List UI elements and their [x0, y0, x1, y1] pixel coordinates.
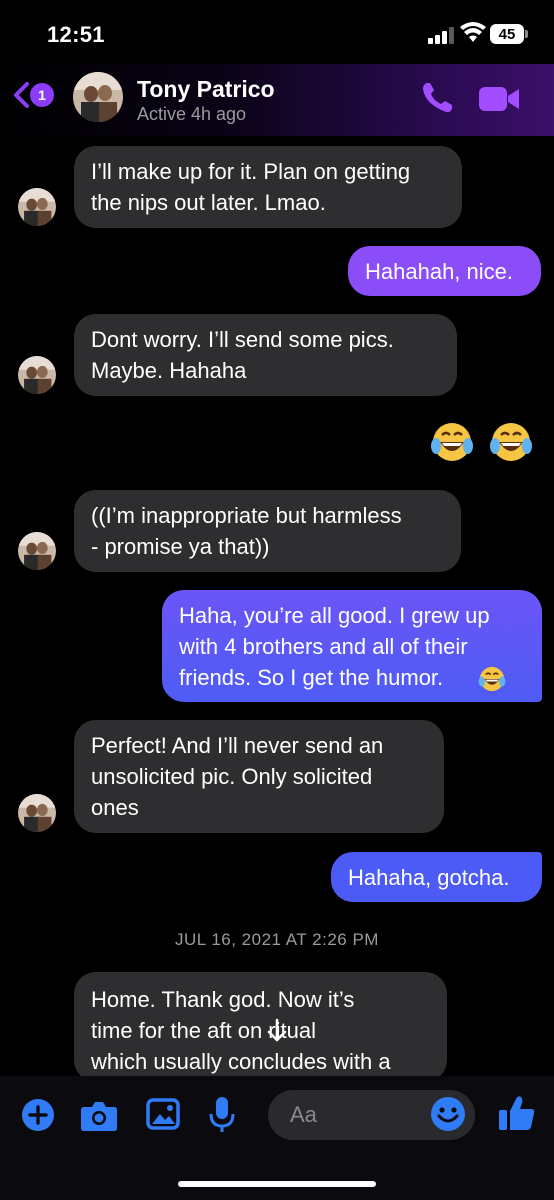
- phone-call-icon[interactable]: [419, 80, 455, 116]
- chevron-left-icon: [14, 82, 29, 108]
- outgoing-message[interactable]: Hahahah, nice.: [348, 246, 541, 296]
- contact-avatar[interactable]: [73, 72, 123, 122]
- status-time: 12:51: [47, 22, 105, 47]
- laughing-emoji-icon: [478, 666, 506, 692]
- status-bar: 12:51 45: [0, 0, 554, 64]
- gallery-image-icon[interactable]: [146, 1098, 180, 1130]
- sender-avatar[interactable]: [18, 188, 56, 226]
- conversation-header: 1 Tony Patrico Active 4h ago: [0, 64, 554, 136]
- battery-indicator: 45: [490, 24, 528, 44]
- camera-icon[interactable]: [80, 1098, 118, 1132]
- thumbs-up-icon[interactable]: [498, 1094, 536, 1132]
- plus-icon[interactable]: [21, 1098, 55, 1132]
- back-button[interactable]: 1: [10, 80, 54, 110]
- microphone-icon[interactable]: [209, 1096, 235, 1134]
- video-call-icon[interactable]: [478, 84, 520, 114]
- laughing-emoji-icon[interactable]: [489, 420, 533, 464]
- unread-count-badge: 1: [30, 83, 54, 107]
- outgoing-message[interactable]: Hahaha, gotcha.: [331, 852, 542, 902]
- wifi-icon: [460, 22, 486, 42]
- date-separator: JUL 16, 2021 AT 2:26 PM: [175, 930, 379, 949]
- incoming-message[interactable]: Dont worry. I’ll send some pics. Maybe. …: [74, 314, 457, 396]
- incoming-message[interactable]: Perfect! And I’ll never send an unsolici…: [74, 720, 444, 833]
- incoming-message[interactable]: ((I’m inappropriate but harmless - promi…: [74, 490, 461, 572]
- cellular-signal-icon: [428, 26, 456, 44]
- incoming-message[interactable]: Home. Thank god. Now it’s time for the a…: [74, 972, 447, 1082]
- incoming-message[interactable]: I’ll make up for it. Plan on getting the…: [74, 146, 462, 228]
- contact-name[interactable]: Tony Patrico: [137, 76, 275, 103]
- sender-avatar[interactable]: [18, 532, 56, 570]
- laughing-emoji-icon[interactable]: [430, 420, 474, 464]
- message-text: Haha, you’re all good. I grew up with 4 …: [179, 602, 490, 690]
- contact-active-status: Active 4h ago: [137, 104, 247, 124]
- arrow-down-icon[interactable]: [262, 1016, 292, 1046]
- emoji-picker-icon[interactable]: [430, 1096, 466, 1132]
- sender-avatar[interactable]: [18, 356, 56, 394]
- sender-avatar[interactable]: [18, 794, 56, 832]
- home-indicator[interactable]: [178, 1181, 376, 1187]
